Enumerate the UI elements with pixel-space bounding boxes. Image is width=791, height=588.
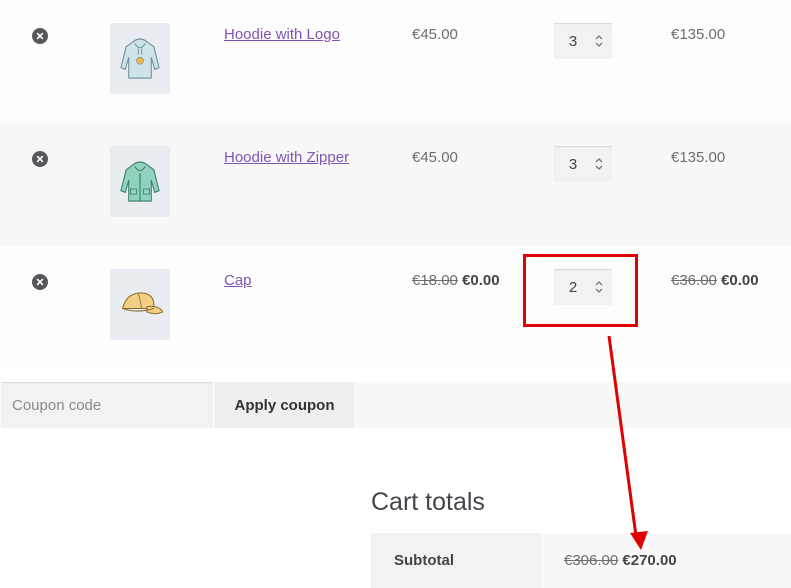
remove-item-icon[interactable]	[32, 151, 48, 167]
product-subtotal: €36.00 €0.00	[671, 272, 759, 289]
cart-totals-heading: Cart totals	[371, 488, 485, 516]
quantity-value[interactable]: 3	[554, 23, 592, 59]
original-subtotal: €36.00	[671, 272, 717, 289]
subtotal-label-cell: Subtotal	[371, 533, 541, 588]
quantity-value[interactable]: 3	[554, 146, 592, 182]
product-link-cap[interactable]: Cap	[224, 272, 252, 289]
remove-item-icon[interactable]	[32, 274, 48, 290]
discounted-cart-subtotal: €270.00	[622, 552, 677, 569]
cart-item-row: Hoodie with Logo €45.00 3 €135.00	[0, 0, 791, 123]
product-link-hoodie-with-logo[interactable]: Hoodie with Logo	[224, 26, 340, 43]
original-cart-subtotal: €306.00	[564, 552, 619, 569]
product-subtotal: €135.00	[671, 149, 726, 166]
spinner-arrows-icon[interactable]	[592, 155, 606, 173]
hoodie-logo-icon[interactable]	[110, 23, 170, 94]
apply-coupon-button[interactable]: Apply coupon	[215, 382, 354, 428]
coupon-code-input[interactable]	[2, 382, 212, 428]
subtotal-label: Subtotal	[394, 552, 454, 569]
subtotal-value: €306.00 €270.00	[564, 552, 677, 569]
cap-icon[interactable]	[110, 269, 170, 340]
annotation-highlight-box	[523, 254, 638, 327]
quantity-stepper[interactable]: 3	[554, 23, 612, 59]
remove-item-icon[interactable]	[32, 28, 48, 44]
product-link-hoodie-with-zipper[interactable]: Hoodie with Zipper	[224, 149, 349, 166]
hoodie-zipper-icon[interactable]	[110, 146, 170, 217]
product-subtotal: €135.00	[671, 26, 726, 43]
spinner-arrows-icon[interactable]	[592, 32, 606, 50]
quantity-stepper[interactable]: 3	[554, 146, 612, 182]
sale-price: €0.00	[462, 272, 500, 289]
subtotal-row: Subtotal €306.00 €270.00	[371, 533, 791, 588]
product-price: €18.00 €0.00	[412, 272, 500, 289]
subtotal-value-cell: €306.00 €270.00	[541, 533, 791, 588]
cart-item-row: Cap €18.00 €0.00 2 €36.00 €0.00	[0, 246, 791, 369]
product-price: €45.00	[412, 26, 458, 43]
sale-subtotal: €0.00	[721, 272, 759, 289]
cart-item-row: Hoodie with Zipper €45.00 3 €135.00	[0, 123, 791, 246]
original-price: €18.00	[412, 272, 458, 289]
product-price: €45.00	[412, 149, 458, 166]
